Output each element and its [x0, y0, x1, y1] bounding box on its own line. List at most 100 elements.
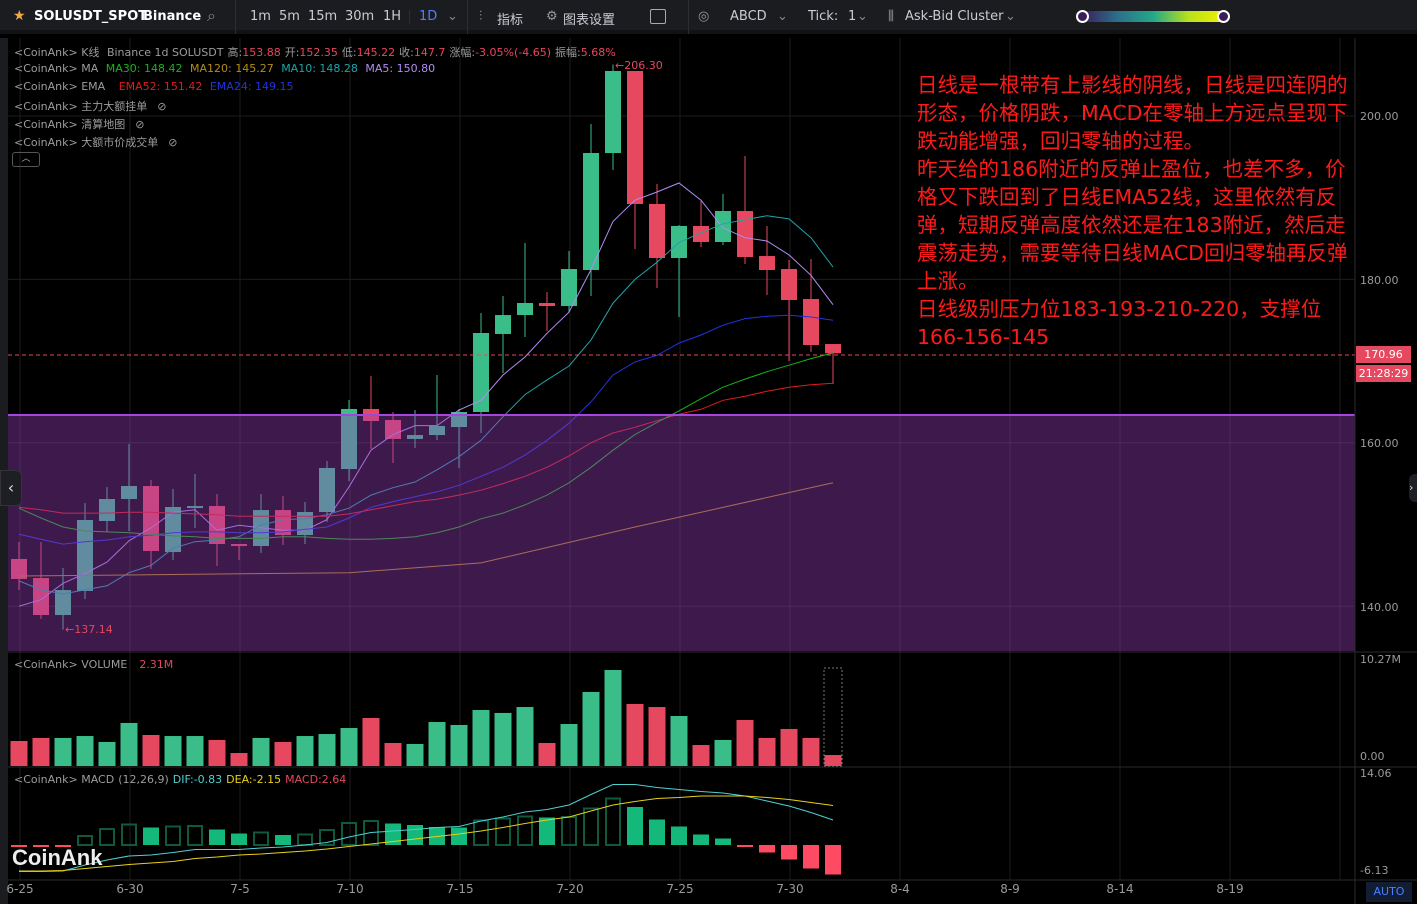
- x-tick: 7-15: [446, 882, 474, 896]
- x-tick: 7-10: [336, 882, 364, 896]
- annotation-line: 上涨。: [917, 269, 979, 293]
- macd-bar-falling: [231, 833, 247, 845]
- macd-legend: <CoinAnk> MACD (12,26,9) DIF:-0.83 DEA:-2.1…: [14, 773, 350, 786]
- macd-params: (12,26,9): [118, 773, 169, 786]
- macd-bar-rising: [583, 807, 599, 846]
- open-value: 152.35: [299, 46, 338, 59]
- x-tick: 8-19: [1216, 882, 1244, 896]
- macd-bar-falling: [209, 829, 225, 845]
- candle-up: [495, 315, 511, 334]
- annotation-line: 震荡走势，需要等待日线MACD回归零轴再反弹: [917, 241, 1348, 265]
- price-tick: 180.00: [1360, 274, 1399, 287]
- auto-scale-button[interactable]: AUTO: [1366, 882, 1412, 902]
- x-tick: 8-9: [1000, 882, 1020, 896]
- x-tick: 6-30: [116, 882, 144, 896]
- price-tick: 140.00: [1360, 601, 1399, 614]
- macd-bar-falling: [451, 827, 467, 845]
- coinank-watermark: CoinAnk: [12, 845, 103, 870]
- annotation-line: 166-156-145: [917, 325, 1050, 349]
- macd-bar-rising: [561, 816, 577, 846]
- x-tick: 8-4: [890, 882, 910, 896]
- volume-bar: [736, 720, 754, 766]
- volume-bar: [318, 734, 336, 766]
- volume-bar: [780, 728, 798, 766]
- candle-down: [693, 225, 709, 242]
- ema-legend-prefix: <CoinAnk> EMA: [14, 80, 106, 93]
- volume-bar: [10, 740, 28, 766]
- volume-bar: [296, 736, 314, 766]
- volume-bar: [824, 755, 842, 766]
- indicator-label: <CoinAnk> 主力大额挂单: [14, 100, 148, 113]
- macd-bar-falling: [693, 834, 709, 845]
- hidden-indicator-row[interactable]: <CoinAnk> 主力大额挂单 ⊘: [14, 98, 170, 114]
- macd-bar-rising: [495, 817, 511, 846]
- collapse-legend-button[interactable]: ︿: [12, 152, 40, 167]
- volume-bar: [54, 737, 72, 766]
- macd-bar-falling: [627, 807, 643, 845]
- volume-bars: [10, 667, 843, 767]
- volume-bar: [252, 737, 270, 766]
- volume-bar: [450, 724, 468, 766]
- indicator-label: <CoinAnk> 清算地图: [14, 118, 126, 131]
- change-value: -3.05%(-4.65): [475, 46, 552, 59]
- volume-bar: [208, 739, 226, 766]
- eye-off-icon[interactable]: ⊘: [157, 100, 166, 113]
- volume-bar: [758, 737, 776, 766]
- amplitude-value: 5.68%: [580, 46, 616, 59]
- macd-bar-negative: [825, 845, 841, 875]
- volume-legend-prefix: <CoinAnk> VOLUME: [14, 658, 128, 671]
- change-label: 涨幅:: [449, 46, 476, 59]
- candle-down: [759, 256, 775, 271]
- low-label: 低:: [341, 46, 357, 59]
- volume-bar: [582, 691, 600, 766]
- volume-bar: [802, 737, 820, 766]
- x-tick: 7-20: [556, 882, 584, 896]
- candle-down: [627, 70, 643, 204]
- ema52-value: EMA52: 151.42: [118, 80, 203, 93]
- low-value: 145.22: [356, 46, 396, 59]
- macd-bar-falling: [407, 825, 423, 845]
- volume-bar: [560, 724, 578, 766]
- volume-bar: [164, 736, 182, 766]
- macd-legend-prefix: <CoinAnk> MACD: [14, 773, 115, 786]
- eye-off-icon[interactable]: ⊘: [168, 136, 177, 149]
- macd-panel: [11, 784, 841, 875]
- annotation-line: 弹，短期反弹高度依然还是在183附近，然后走: [917, 213, 1346, 237]
- annotation-line: 跌动能增强，回归零轴的过程。: [917, 129, 1204, 153]
- candle-up: [671, 225, 687, 258]
- hidden-indicator-row[interactable]: <CoinAnk> 清算地图 ⊘: [14, 116, 148, 132]
- volume-bar: [384, 743, 402, 766]
- volume-bar: [76, 736, 94, 766]
- hidden-indicator-row[interactable]: <CoinAnk> 大额市价成交单 ⊘: [14, 134, 181, 150]
- x-tick: 7-30: [776, 882, 804, 896]
- kline-legend-info: Binance 1d SOLUSDT: [106, 46, 224, 59]
- volume-bar: [516, 707, 534, 766]
- volume-bar: [406, 743, 424, 766]
- macd-bar-falling: [539, 817, 555, 845]
- high-label: 高:: [227, 46, 243, 59]
- volume-bar: [648, 707, 666, 766]
- candle-up: [517, 303, 533, 316]
- macd-bar-rising: [517, 815, 533, 846]
- macd-bar-negative: [759, 845, 775, 853]
- macd-bar-falling: [275, 835, 291, 845]
- candle-up: [583, 153, 599, 271]
- macd-bar-falling: [715, 838, 731, 845]
- kline-legend-prefix: <CoinAnk> K线: [14, 46, 100, 59]
- indicator-label: <CoinAnk> 大额市价成交单: [14, 136, 159, 149]
- macd-bar-rising: [99, 828, 115, 846]
- volume-bar: [604, 670, 622, 766]
- macd-bar-falling: [649, 819, 665, 845]
- macd-bar-negative: [737, 845, 753, 847]
- ma120-value: MA120: 145.27: [189, 62, 274, 75]
- collapse-left-panel-button[interactable]: ‹: [0, 470, 22, 506]
- candle-down: [781, 269, 797, 300]
- candle-down: [539, 303, 555, 307]
- macd-bar-falling: [143, 827, 159, 845]
- macd-tick: 14.06: [1360, 767, 1392, 780]
- volume-bar: [626, 703, 644, 766]
- eye-off-icon[interactable]: ⊘: [135, 118, 144, 131]
- expand-right-panel-button[interactable]: ›: [1409, 474, 1417, 502]
- macd-bar-rising: [77, 835, 93, 846]
- annotation-line: 日线级别压力位183-193-210-220，支撑位: [917, 297, 1322, 321]
